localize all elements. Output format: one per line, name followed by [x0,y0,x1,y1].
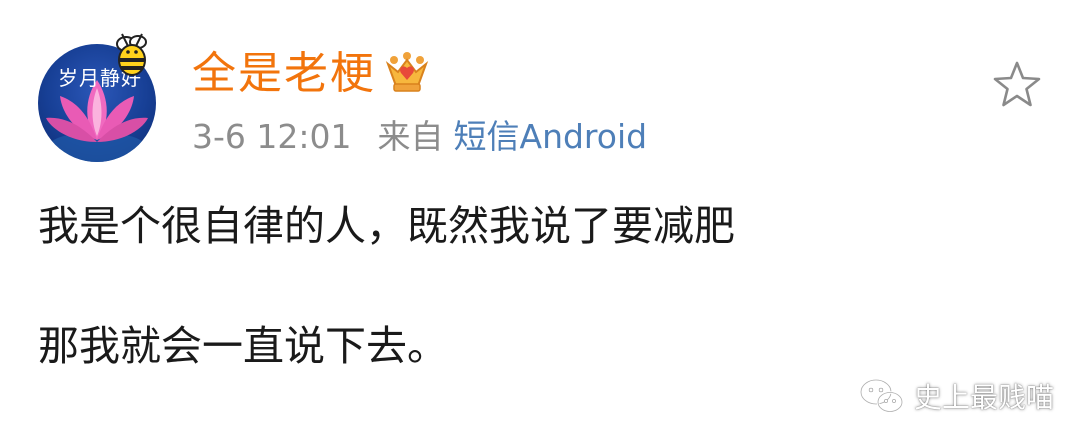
wechat-icon [859,378,904,413]
watermark-text: 史上最贱喵 [914,381,1055,414]
post-time: 3-6 12:01 [192,117,352,156]
post-line: 那我就会一直说下去。 [38,322,448,370]
post-source-link[interactable]: 短信Android [454,117,648,156]
post-body: 我是个很自律的人，既然我说了要减肥 那我就会一直说下去。 [38,196,735,376]
post-line: 我是个很自律的人，既然我说了要减肥 [38,202,735,250]
username[interactable]: 全是老梗 [192,48,376,100]
bee-icon [116,33,147,76]
post-meta: 3-6 12:01 来自 短信Android [192,117,647,157]
watermark: 史上最贱喵 [858,376,1054,416]
star-outline-icon[interactable] [990,58,1044,112]
crown-icon[interactable] [384,50,430,96]
post-from-label: 来自 [377,117,444,156]
